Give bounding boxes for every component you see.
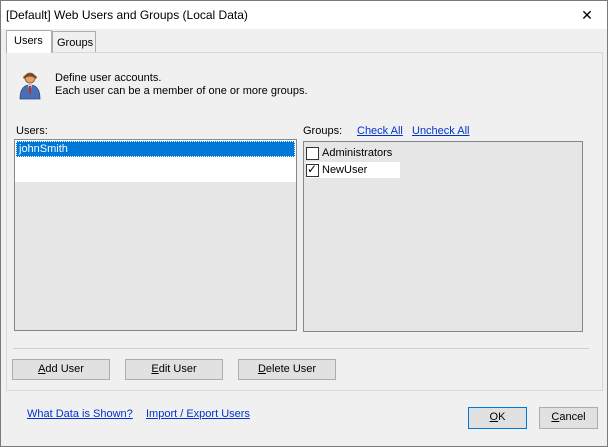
title-bar: [Default] Web Users and Groups (Local Da…: [1, 1, 607, 29]
users-listbox[interactable]: johnSmith: [14, 139, 297, 331]
close-icon: ✕: [581, 6, 593, 23]
groups-checklist: Administrators ✓ NewUser: [303, 141, 583, 332]
group-label: Administrators: [322, 147, 393, 159]
what-data-link[interactable]: What Data is Shown?: [27, 408, 133, 420]
web-users-groups-dialog: [Default] Web Users and Groups (Local Da…: [0, 0, 608, 447]
group-label: NewUser: [322, 164, 368, 176]
window-title: [Default] Web Users and Groups (Local Da…: [6, 8, 248, 22]
group-item-administrators[interactable]: Administrators: [306, 145, 398, 161]
cancel-button[interactable]: Cancel: [539, 407, 598, 429]
tab-groups[interactable]: Groups: [52, 31, 96, 52]
administrators-checkbox[interactable]: [306, 146, 319, 160]
tab-users[interactable]: Users: [6, 30, 52, 53]
newuser-checkbox[interactable]: ✓: [306, 161, 319, 177]
groups-label: Groups:: [303, 125, 343, 137]
group-item-newuser[interactable]: ✓ NewUser: [306, 162, 400, 178]
ok-button[interactable]: OK: [468, 407, 527, 429]
description-line-1: Define user accounts.: [55, 72, 162, 84]
import-export-link[interactable]: Import / Export Users: [146, 408, 250, 420]
check-icon: ✓: [307, 161, 318, 176]
add-user-button[interactable]: Add User: [12, 359, 110, 380]
separator: [13, 348, 589, 349]
close-button[interactable]: ✕: [567, 1, 607, 29]
list-item[interactable]: johnSmith: [16, 141, 295, 157]
user-icon: [19, 72, 41, 100]
uncheck-all-link[interactable]: Uncheck All: [412, 125, 469, 137]
description-line-2: Each user can be a member of one or more…: [55, 85, 308, 97]
edit-user-button[interactable]: Edit User: [125, 359, 223, 380]
users-label: Users:: [16, 125, 48, 137]
users-list-empty-area: [15, 182, 296, 330]
check-all-link[interactable]: Check All: [357, 125, 403, 137]
users-tab-panel: Define user accounts. Each user can be a…: [6, 52, 603, 391]
delete-user-button[interactable]: Delete User: [238, 359, 336, 380]
